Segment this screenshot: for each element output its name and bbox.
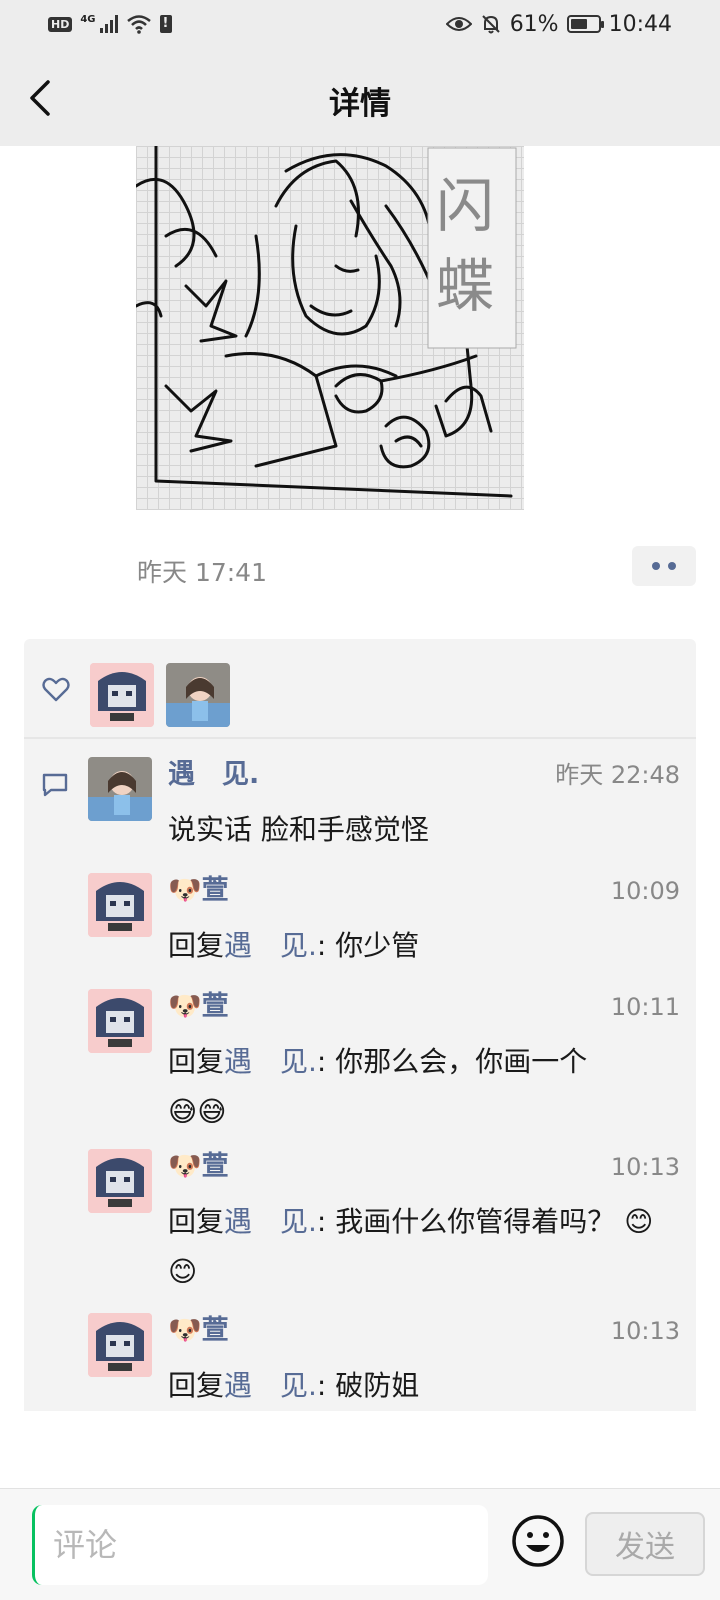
reply-prefix: 回复: [168, 1205, 225, 1238]
drawing-illustration: 闪 蝶: [136, 146, 517, 498]
comment-body: : 我画什么你管得着吗？: [316, 1205, 616, 1238]
comment-author[interactable]: 🐶萱: [168, 1149, 229, 1185]
hd-badge: HD: [48, 16, 73, 32]
header: 详情: [0, 48, 720, 146]
wifi-icon: [126, 15, 151, 34]
comment-author[interactable]: 🐶萱: [168, 1313, 229, 1349]
comment-text: 回复遇 见.: 你那么会，你画一个 😅😅: [168, 1037, 668, 1137]
comment-time: 10:09: [610, 877, 680, 905]
comment-time: 昨天 22:48: [555, 761, 680, 789]
reply-to-name[interactable]: 遇 见.: [224, 1369, 317, 1402]
comment-body: : 破防姐: [316, 1369, 420, 1402]
more-dot: [668, 562, 676, 570]
comment-avatar-photo[interactable]: [88, 757, 152, 821]
battery-percent: 61%: [509, 11, 559, 37]
comment-body: : 你少管: [316, 929, 420, 962]
comment-item[interactable]: 🐶萱 10:13 回复遇 见.: 我画什么你管得着吗？ 😊😊: [88, 1149, 688, 1289]
post-image[interactable]: 闪 蝶: [136, 146, 524, 510]
anime-avatar-image: [88, 989, 152, 1053]
status-bar: HD 4G ! 61% 10:44: [0, 0, 720, 48]
send-button[interactable]: 发送: [585, 1512, 705, 1576]
page-title: 详情: [329, 86, 391, 122]
network-type: 4G: [80, 14, 96, 25]
comment-item[interactable]: 遇 见. 昨天 22:48 说实话 脸和手感觉怪: [88, 757, 688, 857]
comment-author[interactable]: 🐶萱: [168, 873, 229, 909]
reply-to-name[interactable]: 遇 见.: [224, 929, 317, 962]
photo-avatar-image: [88, 757, 152, 821]
signal-icon: [99, 15, 118, 33]
comments-panel: 遇 见. 昨天 22:48 说实话 脸和手感觉怪 🐶萱 10:09 回复遇 见.…: [24, 739, 696, 1411]
battery-icon: [566, 15, 604, 33]
reply-prefix: 回复: [168, 1045, 225, 1078]
bell-off-icon: [481, 15, 500, 34]
comment-emojis: 😅😅: [168, 1095, 227, 1128]
reply-prefix: 回复: [168, 929, 225, 962]
heart-icon: [42, 677, 70, 702]
status-left: HD 4G !: [48, 14, 172, 34]
comment-item[interactable]: 🐶萱 10:11 回复遇 见.: 你那么会，你画一个 😅😅: [88, 989, 688, 1129]
bottom-input-bar: 发送: [0, 1488, 720, 1600]
anime-avatar-image: [88, 873, 152, 937]
drawing-label-2: 蝶: [436, 252, 494, 320]
anime-avatar-image: [88, 1149, 152, 1213]
reply-to-name[interactable]: 遇 见.: [224, 1045, 317, 1078]
anime-avatar-image: [88, 1313, 152, 1377]
more-dot: [652, 562, 660, 570]
comment-icon: [42, 773, 68, 797]
status-time: 10:44: [608, 11, 672, 37]
smiley-icon: [512, 1515, 564, 1567]
comment-item[interactable]: 🐶萱 10:13 回复遇 见.: 破防姐: [88, 1313, 688, 1413]
comment-avatar-anime[interactable]: [88, 989, 152, 1053]
comment-text: 回复遇 见.: 我画什么你管得着吗？ 😊😊: [168, 1197, 668, 1297]
like-avatar-anime[interactable]: [90, 663, 154, 727]
comment-item[interactable]: 🐶萱 10:09 回复遇 见.: 你少管: [88, 873, 688, 973]
reply-to-name[interactable]: 遇 见.: [224, 1205, 317, 1238]
battery-fill: [570, 19, 587, 29]
reply-prefix: 回复: [168, 1369, 225, 1402]
post-time: 昨天 17:41: [137, 558, 267, 587]
more-button[interactable]: [632, 546, 696, 586]
drawing-label-1: 闪: [436, 172, 494, 240]
comment-avatar-anime[interactable]: [88, 1313, 152, 1377]
comment-text: 回复遇 见.: 破防姐: [168, 1361, 668, 1411]
comment-text: 回复遇 见.: 你少管: [168, 921, 668, 971]
status-right: 61% 10:44: [445, 11, 672, 37]
eye-icon: [445, 17, 472, 31]
anime-avatar-image: [90, 663, 154, 727]
like-avatar-photo[interactable]: [166, 663, 230, 727]
alert-icon: !: [159, 15, 172, 33]
comment-body: : 你那么会，你画一个: [316, 1045, 588, 1078]
comment-time: 10:11: [610, 993, 680, 1021]
comment-avatar-anime[interactable]: [88, 1149, 152, 1213]
comment-time: 10:13: [610, 1153, 680, 1181]
comment-body: 说实话 脸和手感觉怪: [168, 813, 429, 846]
comment-input[interactable]: [32, 1505, 488, 1585]
comment-text: 说实话 脸和手感觉怪: [168, 805, 668, 855]
emoji-button[interactable]: [510, 1513, 566, 1569]
comment-author[interactable]: 遇 见.: [168, 757, 259, 793]
likes-panel: [24, 639, 696, 737]
comment-time: 10:13: [610, 1317, 680, 1345]
comment-avatar-anime[interactable]: [88, 873, 152, 937]
comment-author[interactable]: 🐶萱: [168, 989, 229, 1025]
photo-avatar-image: [166, 663, 230, 727]
